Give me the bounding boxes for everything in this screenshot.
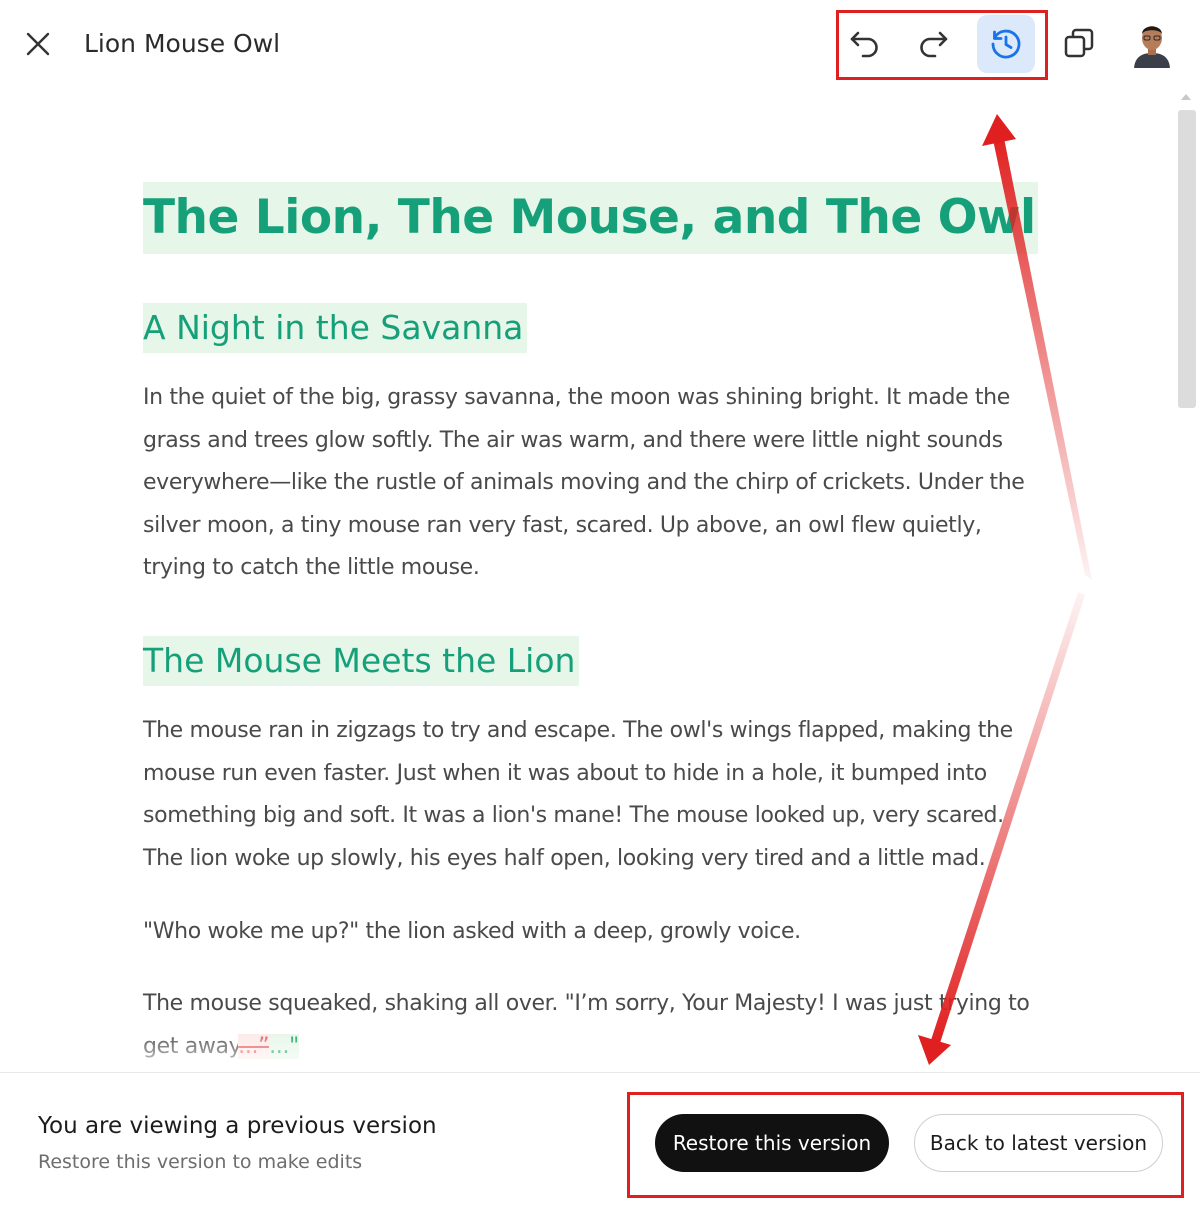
scrollbar-thumb[interactable] <box>1178 110 1196 408</box>
document-title: Lion Mouse Owl <box>84 29 281 58</box>
document-content: The Lion, The Mouse, and The Owl A Night… <box>143 182 1043 1059</box>
top-bar: Lion Mouse Owl <box>0 0 1200 90</box>
undo-button[interactable] <box>836 14 894 72</box>
arrow-up-head <box>982 114 1016 146</box>
paragraph-night: In the quiet of the big, grassy savanna,… <box>143 385 1025 580</box>
section-heading-night: A Night in the Savanna <box>143 303 528 353</box>
copy-button[interactable] <box>1050 14 1108 72</box>
section-heading-mouse-meets-lion: The Mouse Meets the Lion <box>143 636 580 686</box>
close-button[interactable] <box>18 24 58 64</box>
close-icon <box>26 32 50 56</box>
undo-icon <box>850 31 878 58</box>
deleted-text: ...” <box>238 1033 270 1059</box>
copy-icon <box>1064 28 1094 58</box>
banner-title: You are viewing a previous version <box>38 1113 437 1139</box>
previous-version-banner: You are viewing a previous version Resto… <box>0 1072 1200 1212</box>
user-avatar[interactable] <box>1131 18 1173 68</box>
back-to-latest-button[interactable]: Back to latest version <box>914 1114 1163 1172</box>
restore-version-button[interactable]: Restore this version <box>655 1114 889 1172</box>
paragraph-mouse-squeak: The mouse squeaked, shaking all over. "I… <box>143 983 1033 1068</box>
banner-subtitle: Restore this version to make edits <box>38 1151 363 1173</box>
document-heading: The Lion, The Mouse, and The Owl <box>143 182 1038 254</box>
version-history-button[interactable] <box>977 15 1035 73</box>
avatar-image <box>1131 18 1173 68</box>
paragraph-zigzag: The mouse ran in zigzags to try and esca… <box>143 718 1013 871</box>
inserted-text: ..." <box>269 1033 299 1059</box>
redo-icon <box>920 31 948 58</box>
version-history-icon <box>991 29 1021 59</box>
paragraph-lion-question: "Who woke me up?" the lion asked with a … <box>143 919 801 944</box>
redo-button[interactable] <box>904 14 962 72</box>
